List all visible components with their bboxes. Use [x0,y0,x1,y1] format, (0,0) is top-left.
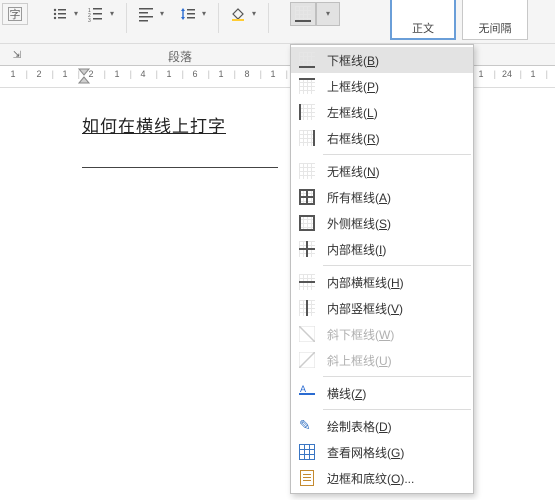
menu-item-label: 查看网格线(G) [327,444,465,461]
menu-item-label: 右框线(R) [327,130,465,147]
chevron-down-icon: ▾ [110,10,114,18]
align-left-button[interactable] [134,3,158,25]
menu-item-label: 下框线(B) [327,52,465,69]
ribbon-toolbar: 字 ▾ 123 ▾ ▾ ▾ ▾ ▾ [0,0,555,44]
font-dialog-launcher[interactable]: ⇲ [10,48,24,62]
menu-separator [323,409,471,410]
align-dropdown[interactable]: ▾ [158,3,166,25]
chevron-down-icon: ▾ [326,10,330,18]
draw-table-icon [297,416,317,436]
indent-marker[interactable] [78,66,90,86]
menu-item-label: 内部横框线(H) [327,274,465,291]
separator [126,3,127,33]
menu-item-ins_h[interactable]: 内部横框线(H) [291,269,473,295]
paint-bucket-icon [230,6,246,22]
page-border-icon [297,468,317,488]
bullets-dropdown[interactable]: ▾ [72,3,80,25]
bullets-icon [52,6,68,22]
border-inside-h-icon [297,272,317,292]
menu-item-label: 上框线(P) [327,78,465,95]
char-border-icon: 字 [8,7,22,21]
separator [218,3,219,33]
border-bottom-icon [295,6,311,22]
border-left-icon [297,102,317,122]
menu-item-inside[interactable]: 内部框线(I) [291,236,473,262]
separator [268,3,269,33]
menu-item-diag_u: 斜上框线(U) [291,347,473,373]
border-right-icon [297,128,317,148]
svg-text:3: 3 [88,18,91,22]
numbering-dropdown[interactable]: ▾ [108,3,116,25]
menu-item-diag_d: 斜下框线(W) [291,321,473,347]
chevron-down-icon: ▾ [74,10,78,18]
menu-item-draw[interactable]: 绘制表格(D) [291,413,473,439]
menu-item-outside[interactable]: 外侧框线(S) [291,210,473,236]
chevron-down-icon: ▾ [202,10,206,18]
border-all-icon [297,187,317,207]
menu-item-none[interactable]: 无框线(N) [291,158,473,184]
menu-item-label: 斜下框线(W) [327,326,465,343]
diag-up-icon [297,350,317,370]
menu-item-hline[interactable]: 横线(Z) [291,380,473,406]
horizontal-line-icon [297,383,317,403]
menu-item-all[interactable]: 所有框线(A) [291,184,473,210]
menu-item-right[interactable]: 右框线(R) [291,125,473,151]
style-normal[interactable]: AaBbCcDd 正文 [390,0,456,40]
menu-item-top[interactable]: 上框线(P) [291,73,473,99]
align-left-icon [138,6,154,22]
chevron-down-icon: ▾ [252,10,256,18]
borders-menu: 下框线(B) 上框线(P) 左框线(L) 右框线(R) 无框线(N) 所有框线(A) 外侧框… [290,44,474,494]
borders-button[interactable] [290,2,316,26]
chevron-down-icon: ▾ [160,10,164,18]
menu-separator [323,265,471,266]
menu-item-label: 内部框线(I) [327,241,465,258]
menu-item-label: 内部竖框线(V) [327,300,465,317]
numbering-button[interactable]: 123 [84,3,108,25]
borders-dropdown[interactable]: ▾ [316,2,340,26]
bullets-button[interactable] [48,3,72,25]
shading-dropdown[interactable]: ▾ [250,3,258,25]
numbering-icon: 123 [88,6,104,22]
border-top-icon [297,76,317,96]
menu-item-label: 所有框线(A) [327,189,465,206]
border-inside-icon [297,239,317,259]
menu-item-label: 斜上框线(U) [327,352,465,369]
diag-down-icon [297,324,317,344]
border-inside-v-icon [297,298,317,318]
menu-item-label: 绘制表格(D) [327,418,465,435]
menu-item-left[interactable]: 左框线(L) [291,99,473,125]
doc-horizontal-line [82,167,278,168]
border-bottom-icon [297,50,317,70]
menu-item-viewgrid[interactable]: 查看网格线(G) [291,439,473,465]
line-spacing-button[interactable] [176,3,200,25]
menu-item-ins_v[interactable]: 内部竖框线(V) [291,295,473,321]
line-spacing-icon [180,6,196,22]
menu-item-dlg[interactable]: 边框和底纹(O)... [291,465,473,491]
menu-item-label: 边框和底纹(O)... [327,470,465,487]
style-no-spacing[interactable]: AaBbCcDd 无间隔 [462,0,528,40]
line-spacing-dropdown[interactable]: ▾ [200,3,208,25]
menu-separator [323,154,471,155]
menu-item-label: 无框线(N) [327,163,465,180]
char-border-button[interactable]: 字 [2,3,28,25]
border-none-icon [297,161,317,181]
menu-item-label: 横线(Z) [327,385,465,402]
style-label: 无间隔 [479,20,512,36]
border-outside-icon [297,213,317,233]
paragraph-group-label: 段落 [150,48,210,65]
menu-item-label: 外侧框线(S) [327,215,465,232]
shading-button[interactable] [226,3,250,25]
style-label: 正文 [412,20,434,36]
menu-item-bottom[interactable]: 下框线(B) [291,47,473,73]
view-gridlines-icon [297,442,317,462]
menu-separator [323,376,471,377]
menu-item-label: 左框线(L) [327,104,465,121]
